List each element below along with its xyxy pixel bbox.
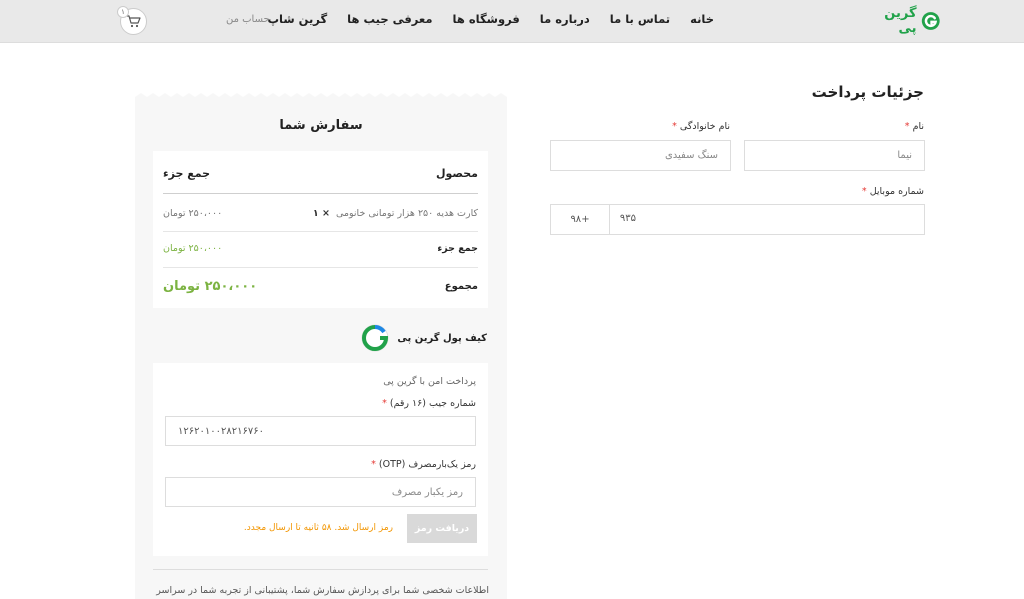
order-panel-zigzag [135,93,507,103]
first-name-label: نام * [904,121,924,132]
first-name-input[interactable]: نیما [744,140,925,171]
col-product-header: محصول [435,167,478,180]
divider [163,193,478,194]
divider [153,569,488,570]
brand-logo[interactable]: گرین پی [868,6,940,36]
cart-button[interactable]: ۱ [117,6,147,35]
wallet-number-label: شماره جیب (۱۶ رقم) * [382,398,476,409]
payment-form: پرداخت امن با گرین پی شماره جیب (۱۶ رقم)… [153,363,488,556]
secure-payment-text: پرداخت امن با گرین پی [383,376,476,387]
nav-greenshop[interactable]: گرین شاپ [267,12,327,26]
nav-wallets[interactable]: معرفی جیب ها [347,12,432,26]
otp-input[interactable]: رمز یکبار مصرف [165,477,476,507]
total-label: مجموع [444,281,478,292]
total-value: ۲۵۰،۰۰۰ تومان [163,279,258,294]
order-panel: سفارش شما محصول جمع جزء کارت هدیه ۲۵۰ هز… [135,103,507,599]
mobile-field[interactable]: +۹۸ ۹۳۵ [550,204,925,235]
get-otp-button[interactable]: دریافت رمز [407,514,477,543]
item-name: کارت هدیه ۲۵۰ هزار تومانی خانومی × ۱ [312,208,478,219]
item-price: ۲۵۰،۰۰۰ تومان [163,208,223,219]
last-name-label: نام خانوادگی * [672,121,730,132]
greenpay-gateway-logo-icon [361,324,389,352]
mobile-input-value: ۹۳۵ [619,213,636,224]
divider [163,267,478,268]
order-title: سفارش شما [279,118,363,133]
otp-countdown-note: رمز ارسال شد. ۵۸ ثانیه تا ارسال مجدد. [243,523,393,533]
main-nav: خانه تماس با ما درباره ما فروشگاه ها معر… [267,12,714,26]
order-table: محصول جمع جزء کارت هدیه ۲۵۰ هزار تومانی … [153,151,488,308]
last-name-input[interactable]: سنگ سفیدی [550,140,731,171]
cart-icon [127,15,141,28]
payment-gateway-option[interactable]: کیف پول گرین پی [361,324,487,352]
account-link[interactable]: حساب من [226,14,270,25]
nav-about[interactable]: درباره ما [540,12,590,26]
divider [163,231,478,232]
nav-home[interactable]: خانه [690,12,714,26]
brand-name: گرین پی [884,6,917,36]
subtotal-label: جمع جزء [437,243,478,254]
top-bar: گرین پی خانه تماس با ما درباره ما فروشگا… [0,0,1024,43]
subtotal-value: ۲۵۰،۰۰۰ تومان [163,243,223,254]
otp-label: رمز یک‌بارمصرف (OTP) * [371,459,476,470]
privacy-notice: اطلاعات شخصی شما برای پردازش سفارش شما، … [156,585,489,596]
country-code[interactable]: +۹۸ [551,205,610,234]
wallet-number-input[interactable]: ۱۲۶۲۰۱۰۰۲۸۲۱۶۷۶۰ [165,416,476,446]
gateway-name: کیف پول گرین پی [397,332,487,344]
col-subtotal-header: جمع جزء [163,167,211,180]
nav-contact[interactable]: تماس با ما [610,12,670,26]
mobile-label: شماره موبایل * [861,186,924,197]
greenpay-logo-icon [921,12,940,30]
nav-stores[interactable]: فروشگاه ها [453,12,520,26]
billing-title: جزئیات پرداخت [811,83,924,101]
cart-count-badge: ۱ [117,6,129,18]
